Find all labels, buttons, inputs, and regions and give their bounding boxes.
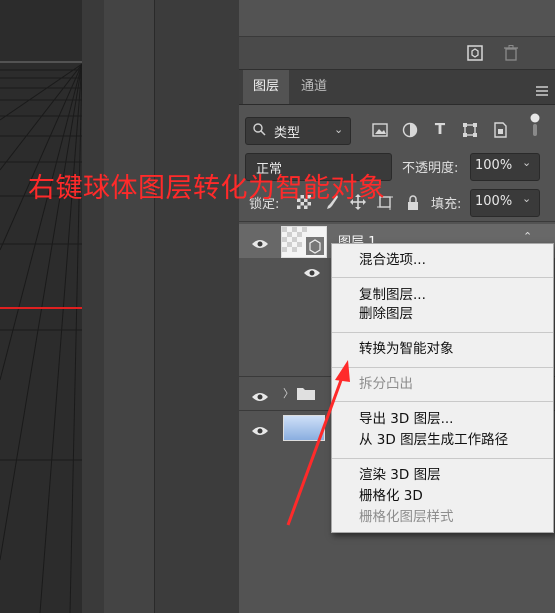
menu-item-rasterize-layer-style: 栅格化图层样式 <box>359 509 454 525</box>
menu-separator <box>332 332 553 333</box>
image-filter-icon[interactable] <box>371 121 389 139</box>
search-icon <box>253 123 266 140</box>
3d-layer-thumbnail <box>281 226 327 258</box>
text-filter-icon[interactable]: T <box>431 120 449 138</box>
chevron-down-icon[interactable]: ⌄ <box>522 192 531 205</box>
collapse-arrow-icon[interactable]: ⌃ <box>523 230 532 243</box>
3d-viewport[interactable] <box>0 0 82 613</box>
smart-object-filter-icon[interactable] <box>491 121 509 139</box>
eye-icon[interactable] <box>251 388 269 401</box>
menu-item-rasterize-3d[interactable]: 栅格化 3D <box>359 487 423 505</box>
menu-item-split-extrusion: 拆分凸出 <box>359 376 413 392</box>
adjustment-filter-icon[interactable] <box>401 121 419 139</box>
lock-all-icon[interactable] <box>404 193 422 211</box>
context-menu: 混合选项... 复制图层... 删除图层 转换为智能对象 拆分凸出 导出 3D … <box>331 243 554 533</box>
fill-label: 填充: <box>431 197 462 212</box>
perspective-grid <box>0 61 82 613</box>
fill-value: 100% <box>475 194 513 209</box>
upper-panel-area <box>239 0 555 37</box>
layer-filter-select[interactable]: 类型 ⌄ <box>245 117 351 145</box>
fill-field[interactable]: 100% ⌄ <box>470 189 540 217</box>
filter-label: 类型 <box>274 126 301 141</box>
eye-icon[interactable] <box>303 264 321 277</box>
divider <box>239 221 555 222</box>
menu-separator <box>332 367 553 368</box>
eye-icon[interactable] <box>251 422 269 435</box>
new-3d-icon[interactable] <box>465 43 485 63</box>
annotation-text: 右键球体图层转化为智能对象 <box>28 173 386 204</box>
menu-separator <box>332 458 553 459</box>
tab-layers[interactable]: 图层 <box>243 70 290 104</box>
menu-item-work-path-from-3d[interactable]: 从 3D 图层生成工作路径 <box>359 431 508 449</box>
menu-item-export-3d-layer[interactable]: 导出 3D 图层... <box>359 410 453 428</box>
opacity-value: 100% <box>475 158 513 173</box>
panel-tabs: 图层 通道 <box>239 70 555 105</box>
menu-item-duplicate-layer[interactable]: 复制图层... <box>359 286 426 304</box>
panel-menu-icon[interactable] <box>536 81 548 100</box>
menu-separator <box>332 401 553 402</box>
tab-channels[interactable]: 通道 <box>291 70 337 104</box>
annotation-arrow <box>286 360 350 526</box>
canvas-border <box>82 0 104 613</box>
opacity-label: 不透明度: <box>402 161 459 176</box>
scrollbar-area <box>104 0 154 613</box>
menu-item-convert-to-smart-object[interactable]: 转换为智能对象 <box>359 340 454 358</box>
panel-action-bar <box>239 37 555 70</box>
opacity-field[interactable]: 100% ⌄ <box>470 153 540 181</box>
menu-item-blending-options[interactable]: 混合选项... <box>359 251 426 269</box>
menu-item-render-3d-layer[interactable]: 渲染 3D 图层 <box>359 466 441 484</box>
eye-icon[interactable] <box>251 235 269 248</box>
menu-separator <box>332 277 553 278</box>
trash-icon[interactable] <box>501 43 521 63</box>
toggle-dot-icon[interactable] <box>526 113 544 136</box>
chevron-down-icon[interactable]: ⌄ <box>522 156 531 169</box>
shape-filter-icon[interactable] <box>461 121 479 139</box>
chevron-down-icon: ⌄ <box>334 123 344 136</box>
menu-item-delete-layer[interactable]: 删除图层 <box>359 305 413 323</box>
collapsed-panel-dock <box>154 0 240 613</box>
